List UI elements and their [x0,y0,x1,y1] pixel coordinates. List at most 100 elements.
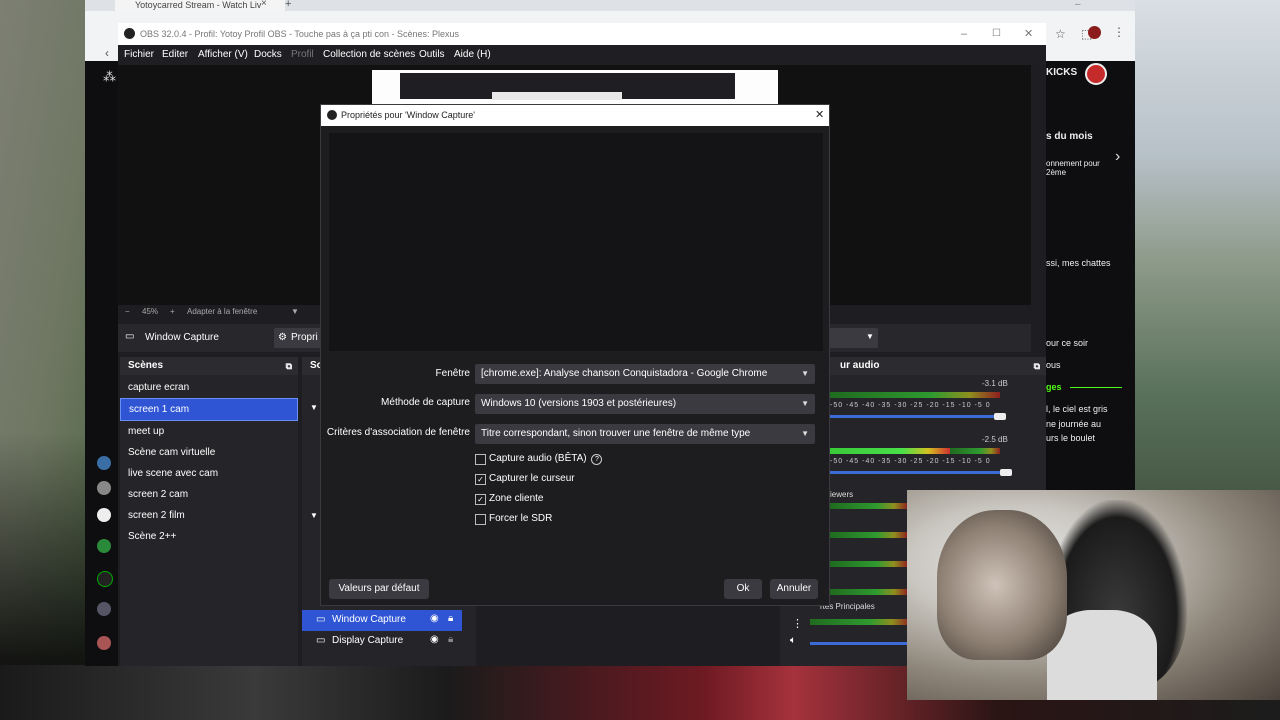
sidebar-channel-avatar[interactable] [97,481,111,495]
volume-slider[interactable] [830,471,1000,474]
obs-close-icon[interactable]: ✕ [1024,23,1033,45]
scene-item[interactable]: screen 2 cam [120,484,298,505]
source-item[interactable]: ▭ Display Capture ◉ 🔒︎ [302,631,462,652]
volume-slider-knob[interactable] [1000,469,1012,476]
scene-item[interactable]: live scene avec cam [120,463,298,484]
chat-line-ciel: l, le ciel est gris [1046,404,1108,414]
scene-item[interactable]: capture ecran [120,377,298,398]
webcam-overlay [907,490,1280,700]
ok-button[interactable]: Ok [724,579,762,599]
help-icon[interactable]: ? [591,454,603,465]
checkbox-capture-cursor[interactable]: ✓ Capturer le curseur [475,472,575,486]
obs-logo-icon [124,28,135,39]
obs-minimize-icon[interactable]: – [961,23,967,45]
back-arrow-icon[interactable]: ‹ [105,46,109,60]
audio-meter [830,503,908,509]
sidebar-channel-avatar[interactable] [97,508,111,522]
visibility-eye-icon[interactable]: ◉ [430,634,439,645]
sidebar-channel-avatar[interactable] [97,571,113,587]
volume-slider-knob[interactable] [994,413,1006,420]
sidebar-channel-avatar[interactable] [97,636,111,650]
sidebar-channel-avatar[interactable] [97,456,111,470]
audio-meter [830,589,908,595]
scene-item[interactable]: meet up [120,421,298,442]
checkbox-force-sdr[interactable]: Forcer le SDR [475,512,552,526]
menu-profil[interactable]: Profil [291,45,314,65]
mixer-menu-kebab-icon[interactable]: ⋮ [792,617,803,630]
source-item-selected[interactable]: ▭ Window Capture ◉ 🔒︎ [302,610,462,631]
zoom-value: 45% [142,307,159,316]
capture-method-select[interactable]: Windows 10 (versions 1903 et postérieure… [475,394,815,414]
menu-docks[interactable]: Docks [254,45,282,65]
audio-meter-active [830,448,950,454]
zoom-in-button[interactable]: + [170,305,175,319]
cancel-button[interactable]: Annuler [770,579,818,599]
dock-undock-icon[interactable]: ⧉ [286,357,292,375]
window-match-select[interactable]: Titre correspondant, sinon trouver une f… [475,424,815,444]
dialog-title: Propriétés pour 'Window Capture' [341,110,475,120]
profile-avatar[interactable] [1088,26,1101,39]
window-select-value: [chrome.exe]: Analyse chanson Conquistad… [481,368,768,379]
scene-item[interactable]: screen 2 film [120,505,298,526]
tab-close-icon[interactable]: × [261,0,267,9]
menu-fichier[interactable]: Fichier [124,45,154,65]
dialog-titlebar: Propriétés pour 'Window Capture' ✕ [321,105,829,126]
lock-icon[interactable]: 🔒︎ [448,634,453,645]
volume-slider[interactable] [830,415,1000,418]
chat-line-ce-soir: our ce soir [1046,338,1089,348]
sidebar-channel-avatar[interactable] [97,602,111,616]
scene-item[interactable]: Scène 2++ [120,526,298,547]
visibility-eye-icon[interactable]: ◉ [430,613,439,624]
transition-select[interactable]: ▼ [828,328,878,348]
chat-line-journee: ne journée au [1046,419,1102,429]
chevron-right-icon[interactable]: › [1115,148,1120,166]
lock-icon[interactable]: 🔒︎ [448,613,453,624]
zoom-fit-label[interactable]: Adapter à la fenêtre [187,305,257,319]
zoom-bar: − 45% + Adapter à la fenêtre ▼ [118,305,318,319]
channel-avatar[interactable] [1085,63,1107,85]
speaker-icon[interactable]: 🔈︎ [790,635,796,646]
group-collapse-icon[interactable]: ▼ [310,403,318,412]
star-icon[interactable]: ☆ [1055,27,1066,41]
audio-meter [830,561,908,567]
chevron-down-icon: ▼ [866,332,874,341]
grid-icon[interactable]: ⁂ [103,69,116,85]
menu-editer[interactable]: Editer [162,45,188,65]
menu-outils[interactable]: Outils [419,45,445,65]
checkbox-capture-audio[interactable]: Capture audio (BÊTA) ? [475,452,603,466]
channel-db-readout: -3.1 dB [982,379,1008,388]
subs-of-month-title: s du mois [1046,131,1093,142]
properties-dialog: Propriétés pour 'Window Capture' ✕ Fenêt… [320,104,830,606]
scene-item-selected[interactable]: screen 1 cam [120,398,298,421]
zoom-dropdown-icon[interactable]: ▼ [291,305,299,319]
tab-search-icon[interactable]: ⌄ [93,0,101,9]
scene-item[interactable]: Scène cam virtuelle [120,442,298,463]
defaults-button[interactable]: Valeurs par défaut [329,579,429,599]
channel-name: iewers [830,490,854,499]
current-source-name: Window Capture [145,332,219,343]
chat-line-ges: ges [1046,382,1062,392]
window-select[interactable]: [chrome.exe]: Analyse chanson Conquistad… [475,364,815,384]
volume-slider[interactable] [810,642,910,645]
menu-afficher[interactable]: Afficher (V) [198,45,248,65]
sidebar-channel-avatar[interactable] [97,539,111,553]
chevron-down-icon: ▼ [801,399,809,408]
new-tab-button[interactable]: + [285,0,291,10]
minimize-icon[interactable]: – [1075,0,1081,10]
browser-tab[interactable]: Yotoycarred Stream - Watch Liv [115,0,285,11]
menu-kebab-icon[interactable]: ⋮ [1113,25,1125,39]
audio-meter [830,532,908,538]
zoom-out-button[interactable]: − [125,305,130,319]
properties-button[interactable]: ⚙ Propri [274,328,324,348]
dock-undock-icon[interactable]: ⧉ [1034,357,1040,375]
obs-maximize-icon[interactable]: ☐ [992,23,1001,45]
subs-line-2: 2ème [1046,168,1067,177]
field-label-criteres: Critères d'association de fenêtre [326,427,470,438]
dialog-close-icon[interactable]: ✕ [815,105,824,126]
group-collapse-icon[interactable]: ▼ [310,511,318,520]
menu-aide[interactable]: Aide (H) [454,45,491,65]
menu-collection-scenes[interactable]: Collection de scènes [323,45,415,65]
checkbox-client-area[interactable]: ✓ Zone cliente [475,492,543,506]
chat-line-tous: ous [1046,360,1061,370]
capture-method-value: Windows 10 (versions 1903 et postérieure… [481,398,677,409]
